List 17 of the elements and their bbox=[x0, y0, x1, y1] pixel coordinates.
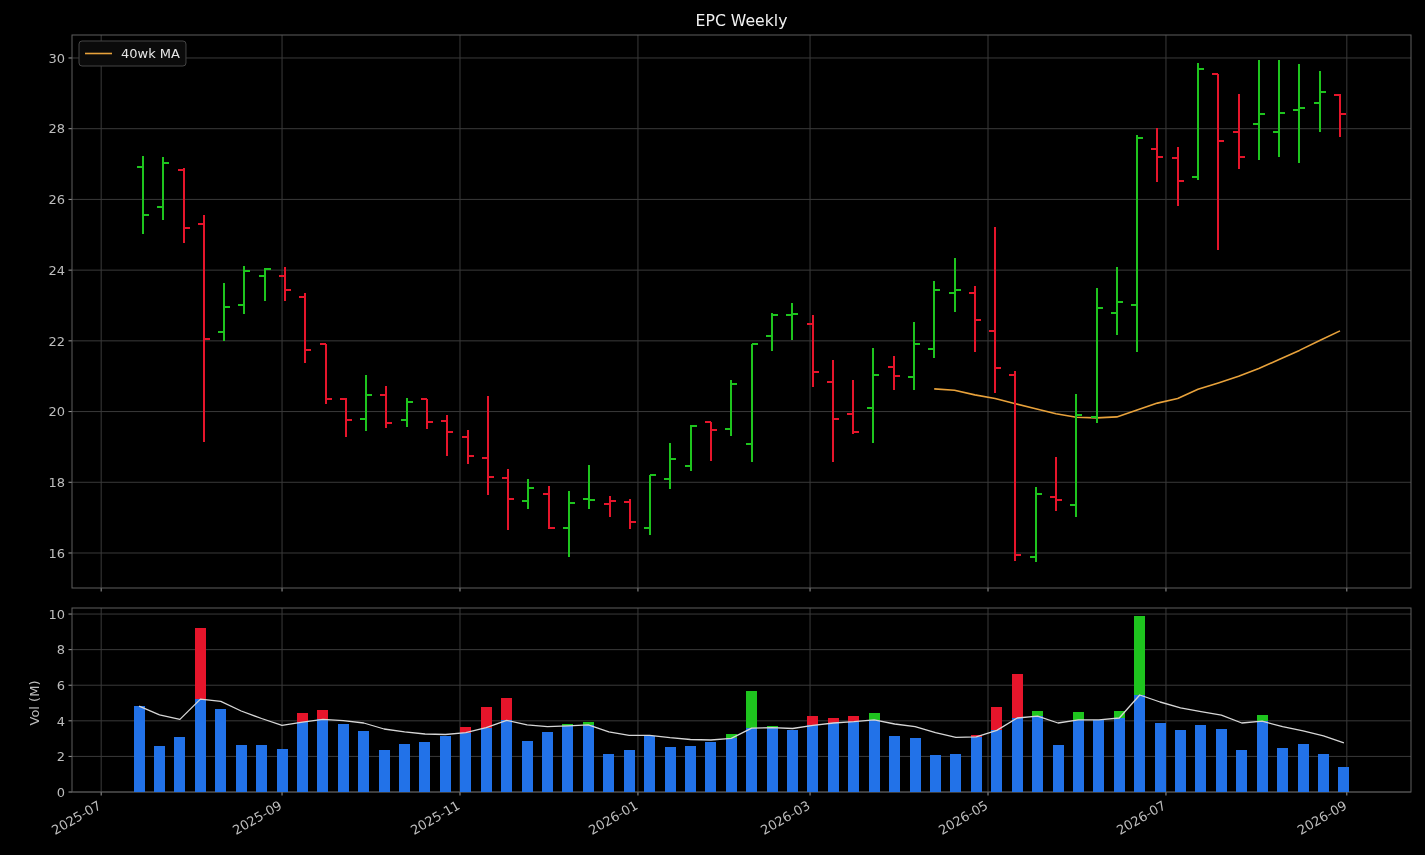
y-tick-label: 26 bbox=[48, 192, 65, 208]
y-tick-label: 16 bbox=[48, 545, 65, 561]
y-tick-label: 30 bbox=[48, 50, 65, 66]
y-tick-label: 20 bbox=[48, 404, 65, 420]
y-tick-label: 6 bbox=[56, 677, 65, 693]
y-tick-label: 2 bbox=[56, 749, 65, 765]
y-tick-label: 10 bbox=[48, 606, 65, 622]
y-tick-label: 28 bbox=[48, 121, 65, 137]
y-tick-label: 0 bbox=[56, 784, 65, 800]
legend-label: 40wk MA bbox=[121, 46, 180, 61]
chart-title: EPC Weekly bbox=[695, 11, 788, 30]
y-tick-label: 24 bbox=[48, 262, 65, 278]
y-tick-label: 18 bbox=[48, 475, 65, 490]
y-tick-label: 4 bbox=[56, 713, 65, 729]
y-tick-label: 8 bbox=[56, 642, 65, 658]
y-tick-label: 22 bbox=[48, 333, 65, 349]
y-axis-label: Vol (M) bbox=[26, 680, 42, 726]
